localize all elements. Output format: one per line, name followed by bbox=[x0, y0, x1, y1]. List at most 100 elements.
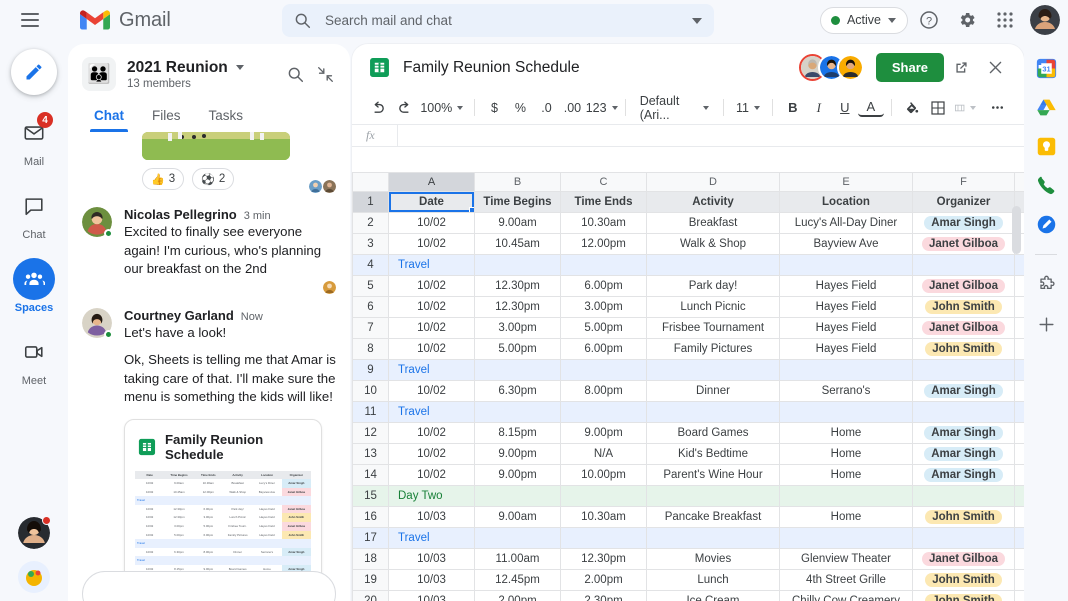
row-header[interactable]: 20 bbox=[352, 590, 389, 601]
cell-b5[interactable]: 12.30pm bbox=[474, 275, 561, 297]
row-header[interactable]: 13 bbox=[352, 443, 389, 465]
cell-e11[interactable] bbox=[779, 401, 913, 423]
cell-a17[interactable]: Travel bbox=[388, 527, 475, 549]
cell-b2[interactable]: 9.00am bbox=[474, 212, 561, 234]
more-toolbar-options-button[interactable] bbox=[985, 95, 1011, 121]
cell-c13[interactable]: N/A bbox=[560, 443, 647, 465]
cell-d9[interactable] bbox=[646, 359, 780, 381]
row-header[interactable]: 17 bbox=[352, 527, 389, 549]
cell-b17[interactable] bbox=[474, 527, 561, 549]
table-row-daytwo[interactable]: 15 Day Two bbox=[352, 485, 1024, 507]
cell-e9[interactable] bbox=[779, 359, 913, 381]
cell-e6[interactable]: Hayes Field bbox=[779, 296, 913, 318]
message-avatar[interactable] bbox=[82, 307, 113, 339]
row-header[interactable]: 10 bbox=[352, 380, 389, 402]
undo-button[interactable] bbox=[365, 95, 391, 121]
cell-a19[interactable]: 10/03 bbox=[388, 569, 475, 591]
table-row[interactable]: 3 10/02 10.45am 12.00pm Walk & Shop Bayv… bbox=[352, 233, 1024, 255]
formula-bar[interactable]: fx bbox=[352, 124, 1024, 147]
status-button[interactable]: Active bbox=[819, 6, 908, 34]
table-row[interactable]: 2 10/02 9.00am 10.30am Breakfast Lucy's … bbox=[352, 212, 1024, 234]
cell-c17[interactable] bbox=[560, 527, 647, 549]
cell-b9[interactable] bbox=[474, 359, 561, 381]
account-avatar[interactable] bbox=[1030, 5, 1060, 35]
column-header-g[interactable]: G bbox=[1014, 172, 1024, 192]
cell-b4[interactable] bbox=[474, 254, 561, 276]
row-header[interactable]: 8 bbox=[352, 338, 389, 360]
column-header-e[interactable]: E bbox=[779, 172, 913, 192]
cell-b14[interactable]: 9.00pm bbox=[474, 464, 561, 486]
row-header[interactable]: 3 bbox=[352, 233, 389, 255]
message-composer[interactable] bbox=[82, 571, 336, 601]
cell-f14[interactable]: Amar Singh bbox=[912, 464, 1015, 486]
cell-e20[interactable]: Chilly Cow Creamery bbox=[779, 590, 913, 601]
google-tasks-button[interactable] bbox=[1034, 212, 1058, 236]
sidebar-item-chat[interactable]: Chat bbox=[5, 185, 63, 241]
cell-a12[interactable]: 10/02 bbox=[388, 422, 475, 444]
cell-a1[interactable]: Date bbox=[388, 191, 475, 213]
cell-e17[interactable] bbox=[779, 527, 913, 549]
cell-f20[interactable]: John Smith bbox=[912, 590, 1015, 601]
cell-c7[interactable]: 5.00pm bbox=[560, 317, 647, 339]
table-row[interactable]: 7 10/02 3.00pm 5.00pm Frisbee Tournament… bbox=[352, 317, 1024, 339]
zoom-selector[interactable]: 100% bbox=[417, 95, 467, 121]
italic-button[interactable]: I bbox=[806, 95, 832, 121]
column-header-a[interactable]: A bbox=[388, 172, 475, 192]
cell-e18[interactable]: Glenview Theater bbox=[779, 548, 913, 570]
space-search-button[interactable] bbox=[280, 59, 310, 89]
cell-e16[interactable]: Home bbox=[779, 506, 913, 528]
cell-b18[interactable]: 11.00am bbox=[474, 548, 561, 570]
cell-a3[interactable]: 10/02 bbox=[388, 233, 475, 255]
cell-f11[interactable] bbox=[912, 401, 1015, 423]
cell-d16[interactable]: Pancake Breakfast bbox=[646, 506, 780, 528]
font-family-selector[interactable]: Default (Ari... bbox=[633, 94, 717, 122]
cell-f17[interactable] bbox=[912, 527, 1015, 549]
cell-b13[interactable]: 9.00pm bbox=[474, 443, 561, 465]
cell-a16[interactable]: 10/03 bbox=[388, 506, 475, 528]
table-row[interactable]: 20 10/03 2.00pm 2.30pm Ice Cream Chilly … bbox=[352, 590, 1024, 601]
share-button[interactable]: Share bbox=[875, 53, 944, 82]
cell-e2[interactable]: Lucy's All-Day Diner bbox=[779, 212, 913, 234]
cell-d6[interactable]: Lunch Picnic bbox=[646, 296, 780, 318]
row-header[interactable]: 5 bbox=[352, 275, 389, 297]
cell-c1[interactable]: Time Ends bbox=[560, 191, 647, 213]
cell-f6[interactable]: John Smith bbox=[912, 296, 1015, 318]
cell-d19[interactable]: Lunch bbox=[646, 569, 780, 591]
format-percent-button[interactable]: % bbox=[507, 95, 533, 121]
cell-b8[interactable]: 5.00pm bbox=[474, 338, 561, 360]
cell-b3[interactable]: 10.45am bbox=[474, 233, 561, 255]
cell-e15[interactable] bbox=[779, 485, 913, 507]
google-drive-button[interactable] bbox=[1034, 95, 1058, 119]
cell-f7[interactable]: Janet Gilboa bbox=[912, 317, 1015, 339]
format-currency-button[interactable]: $ bbox=[481, 95, 507, 121]
cell-b15[interactable] bbox=[474, 485, 561, 507]
help-button[interactable]: ? bbox=[912, 3, 946, 37]
cell-f1[interactable]: Organizer bbox=[912, 191, 1015, 213]
column-header-c[interactable]: C bbox=[560, 172, 647, 192]
cell-d7[interactable]: Frisbee Tournament bbox=[646, 317, 780, 339]
table-row[interactable]: 1 Date Time Begins Time Ends Activity Lo… bbox=[352, 191, 1024, 213]
cell-e14[interactable]: Home bbox=[779, 464, 913, 486]
borders-button[interactable] bbox=[925, 95, 951, 121]
compose-button[interactable] bbox=[11, 49, 57, 95]
cell-c4[interactable] bbox=[560, 254, 647, 276]
sidebar-item-mail[interactable]: 4 Mail bbox=[5, 112, 63, 168]
cell-c15[interactable] bbox=[560, 485, 647, 507]
row-header[interactable]: 6 bbox=[352, 296, 389, 318]
cell-a14[interactable]: 10/02 bbox=[388, 464, 475, 486]
column-header-b[interactable]: B bbox=[474, 172, 561, 192]
cell-f3[interactable]: Janet Gilboa bbox=[912, 233, 1015, 255]
cell-a8[interactable]: 10/02 bbox=[388, 338, 475, 360]
merge-cells-button[interactable] bbox=[951, 95, 979, 121]
cell-b12[interactable]: 8.15pm bbox=[474, 422, 561, 444]
cell-b1[interactable]: Time Begins bbox=[474, 191, 561, 213]
column-header-f[interactable]: F bbox=[912, 172, 1015, 192]
cell-e4[interactable] bbox=[779, 254, 913, 276]
sidebar-item-spaces[interactable]: Spaces bbox=[5, 258, 63, 314]
cell-a2[interactable]: 10/02 bbox=[388, 212, 475, 234]
message-photo-attachment[interactable] bbox=[142, 132, 290, 160]
decrease-decimal-button[interactable]: .0 bbox=[533, 95, 559, 121]
cell-c16[interactable]: 10.30am bbox=[560, 506, 647, 528]
cell-f16[interactable]: John Smith bbox=[912, 506, 1015, 528]
table-row[interactable]: 8 10/02 5.00pm 6.00pm Family Pictures Ha… bbox=[352, 338, 1024, 360]
